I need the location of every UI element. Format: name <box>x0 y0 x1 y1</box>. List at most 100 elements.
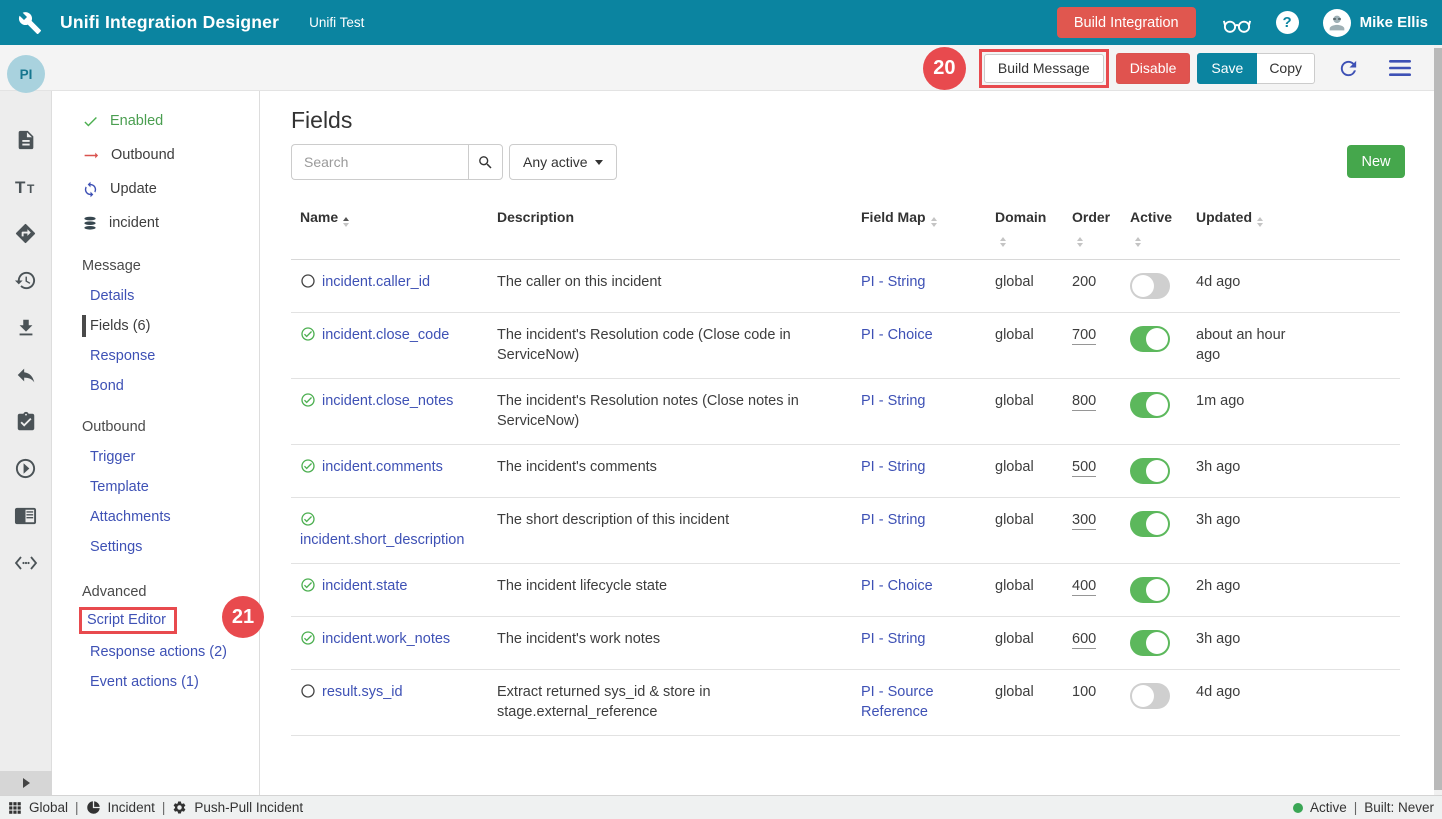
field-order[interactable]: 800 <box>1072 393 1096 411</box>
save-button[interactable]: Save <box>1197 53 1257 84</box>
field-map-link[interactable]: PI - String <box>861 631 925 647</box>
field-order[interactable]: 600 <box>1072 631 1096 649</box>
user-menu[interactable]: Mike Ellis <box>1323 9 1428 37</box>
column-header-name[interactable]: Name <box>291 196 497 259</box>
column-header-active[interactable]: Active <box>1120 196 1186 259</box>
field-description: The caller on this incident <box>497 260 861 312</box>
status-bar: Global | Incident | Push-Pull Incident A… <box>0 795 1442 819</box>
build-integration-button[interactable]: Build Integration <box>1057 7 1196 38</box>
table-row: incident.close_code The incident's Resol… <box>291 313 1400 379</box>
field-map-link[interactable]: PI - String <box>861 393 925 409</box>
field-name-link[interactable]: incident.close_code <box>322 327 449 343</box>
statusbar-context[interactable]: Global <box>29 800 68 815</box>
column-header-updated[interactable]: Updated <box>1186 196 1306 259</box>
field-description: Extract returned sys_id & store in stage… <box>497 670 861 735</box>
column-header-field-map[interactable]: Field Map <box>861 196 985 259</box>
build-message-button[interactable]: Build Message <box>984 54 1104 83</box>
disable-button[interactable]: Disable <box>1116 53 1191 84</box>
nav-item-update[interactable]: Update <box>52 172 259 206</box>
nav-item-enabled[interactable]: Enabled <box>52 104 259 138</box>
field-map-link[interactable]: PI - String <box>861 459 925 475</box>
field-map-link[interactable]: PI - Choice <box>861 327 933 343</box>
active-toggle[interactable] <box>1130 683 1170 709</box>
field-name-link[interactable]: incident.short_description <box>300 532 464 548</box>
process-avatar[interactable]: PI <box>7 55 45 93</box>
icon-sidebar: TT <box>0 45 52 795</box>
statusbar-process[interactable]: Incident <box>108 800 155 815</box>
reader-icon[interactable] <box>13 503 38 528</box>
code-icon[interactable] <box>13 550 38 575</box>
nav-item-fields[interactable]: Fields (6) <box>52 311 259 341</box>
field-name-link[interactable]: incident.state <box>322 578 407 594</box>
active-toggle[interactable] <box>1130 392 1170 418</box>
reply-icon[interactable] <box>13 362 38 387</box>
grid-icon <box>8 801 22 815</box>
field-name-link[interactable]: result.sys_id <box>322 684 403 700</box>
active-toggle[interactable] <box>1130 577 1170 603</box>
top-navbar: Unifi Integration Designer Unifi Test Bu… <box>0 0 1442 45</box>
help-icon[interactable]: ? <box>1276 11 1299 34</box>
search-input[interactable] <box>291 144 468 180</box>
directions-icon[interactable] <box>13 221 38 246</box>
statusbar-integration[interactable]: Push-Pull Incident <box>194 800 303 815</box>
active-toggle[interactable] <box>1130 458 1170 484</box>
field-map-link[interactable]: PI - String <box>861 274 925 290</box>
field-name-link[interactable]: incident.work_notes <box>322 631 450 647</box>
scrollbar-thumb[interactable] <box>1434 48 1442 790</box>
arrow-right-icon <box>82 147 100 164</box>
history-icon[interactable] <box>13 268 38 293</box>
nav-item-script-editor[interactable]: Script Editor <box>87 612 166 628</box>
annotation-badge-21: 21 <box>222 596 264 638</box>
nav-item-attachments[interactable]: Attachments <box>52 502 259 532</box>
field-name-link[interactable]: incident.comments <box>322 459 443 475</box>
active-toggle[interactable] <box>1130 630 1170 656</box>
nav-item-bond[interactable]: Bond <box>52 371 259 401</box>
environment-name[interactable]: Unifi Test <box>309 15 364 30</box>
field-order[interactable]: 500 <box>1072 459 1096 477</box>
statusbar-built: Built: Never <box>1364 800 1434 815</box>
refresh-icon[interactable] <box>1337 57 1360 80</box>
sidebar-collapse-button[interactable] <box>0 771 52 795</box>
nav-item-settings[interactable]: Settings <box>52 532 259 562</box>
search-button[interactable] <box>468 144 503 180</box>
download-icon[interactable] <box>13 315 38 340</box>
new-button[interactable]: New <box>1347 145 1405 178</box>
nav-item-trigger[interactable]: Trigger <box>52 442 259 472</box>
active-filter-dropdown[interactable]: Any active <box>509 144 617 180</box>
field-order[interactable]: 200 <box>1072 274 1096 290</box>
field-name-link[interactable]: incident.caller_id <box>322 274 430 290</box>
active-toggle[interactable] <box>1130 326 1170 352</box>
nav-item-response[interactable]: Response <box>52 341 259 371</box>
field-map-link[interactable]: PI - String <box>861 512 925 528</box>
field-order[interactable]: 400 <box>1072 578 1096 596</box>
nav-item-response-actions[interactable]: Response actions (2) <box>52 637 259 667</box>
nav-item-incident-table[interactable]: incident <box>52 206 259 240</box>
text-format-icon[interactable]: TT <box>13 174 38 199</box>
field-order[interactable]: 100 <box>1072 684 1096 700</box>
field-map-link[interactable]: PI - Source Reference <box>861 684 934 720</box>
nav-item-details[interactable]: Details <box>52 281 259 311</box>
column-header-order[interactable]: Order <box>1062 196 1120 259</box>
field-map-link[interactable]: PI - Choice <box>861 578 933 594</box>
nav-item-outbound-type[interactable]: Outbound <box>52 138 259 172</box>
play-circle-icon[interactable] <box>13 456 38 481</box>
active-toggle[interactable] <box>1130 511 1170 537</box>
glasses-icon[interactable] <box>1222 11 1252 35</box>
field-description: The incident's comments <box>497 445 861 497</box>
field-order[interactable]: 700 <box>1072 327 1096 345</box>
active-toggle[interactable] <box>1130 273 1170 299</box>
nav-item-template[interactable]: Template <box>52 472 259 502</box>
column-header-domain[interactable]: Domain <box>985 196 1062 259</box>
gear-icon <box>172 800 187 815</box>
vertical-scrollbar[interactable] <box>1434 45 1442 795</box>
clipboard-check-icon[interactable] <box>13 409 38 434</box>
fields-table: Name Description Field Map Domain Order … <box>291 196 1400 736</box>
field-order[interactable]: 300 <box>1072 512 1096 530</box>
copy-button[interactable]: Copy <box>1257 53 1315 84</box>
nav-item-event-actions[interactable]: Event actions (1) <box>52 667 259 697</box>
menu-icon[interactable] <box>1388 58 1412 78</box>
table-row: incident.close_notes The incident's Reso… <box>291 379 1400 445</box>
check-icon <box>82 113 99 130</box>
field-name-link[interactable]: incident.close_notes <box>322 393 453 409</box>
file-icon[interactable] <box>13 127 38 152</box>
